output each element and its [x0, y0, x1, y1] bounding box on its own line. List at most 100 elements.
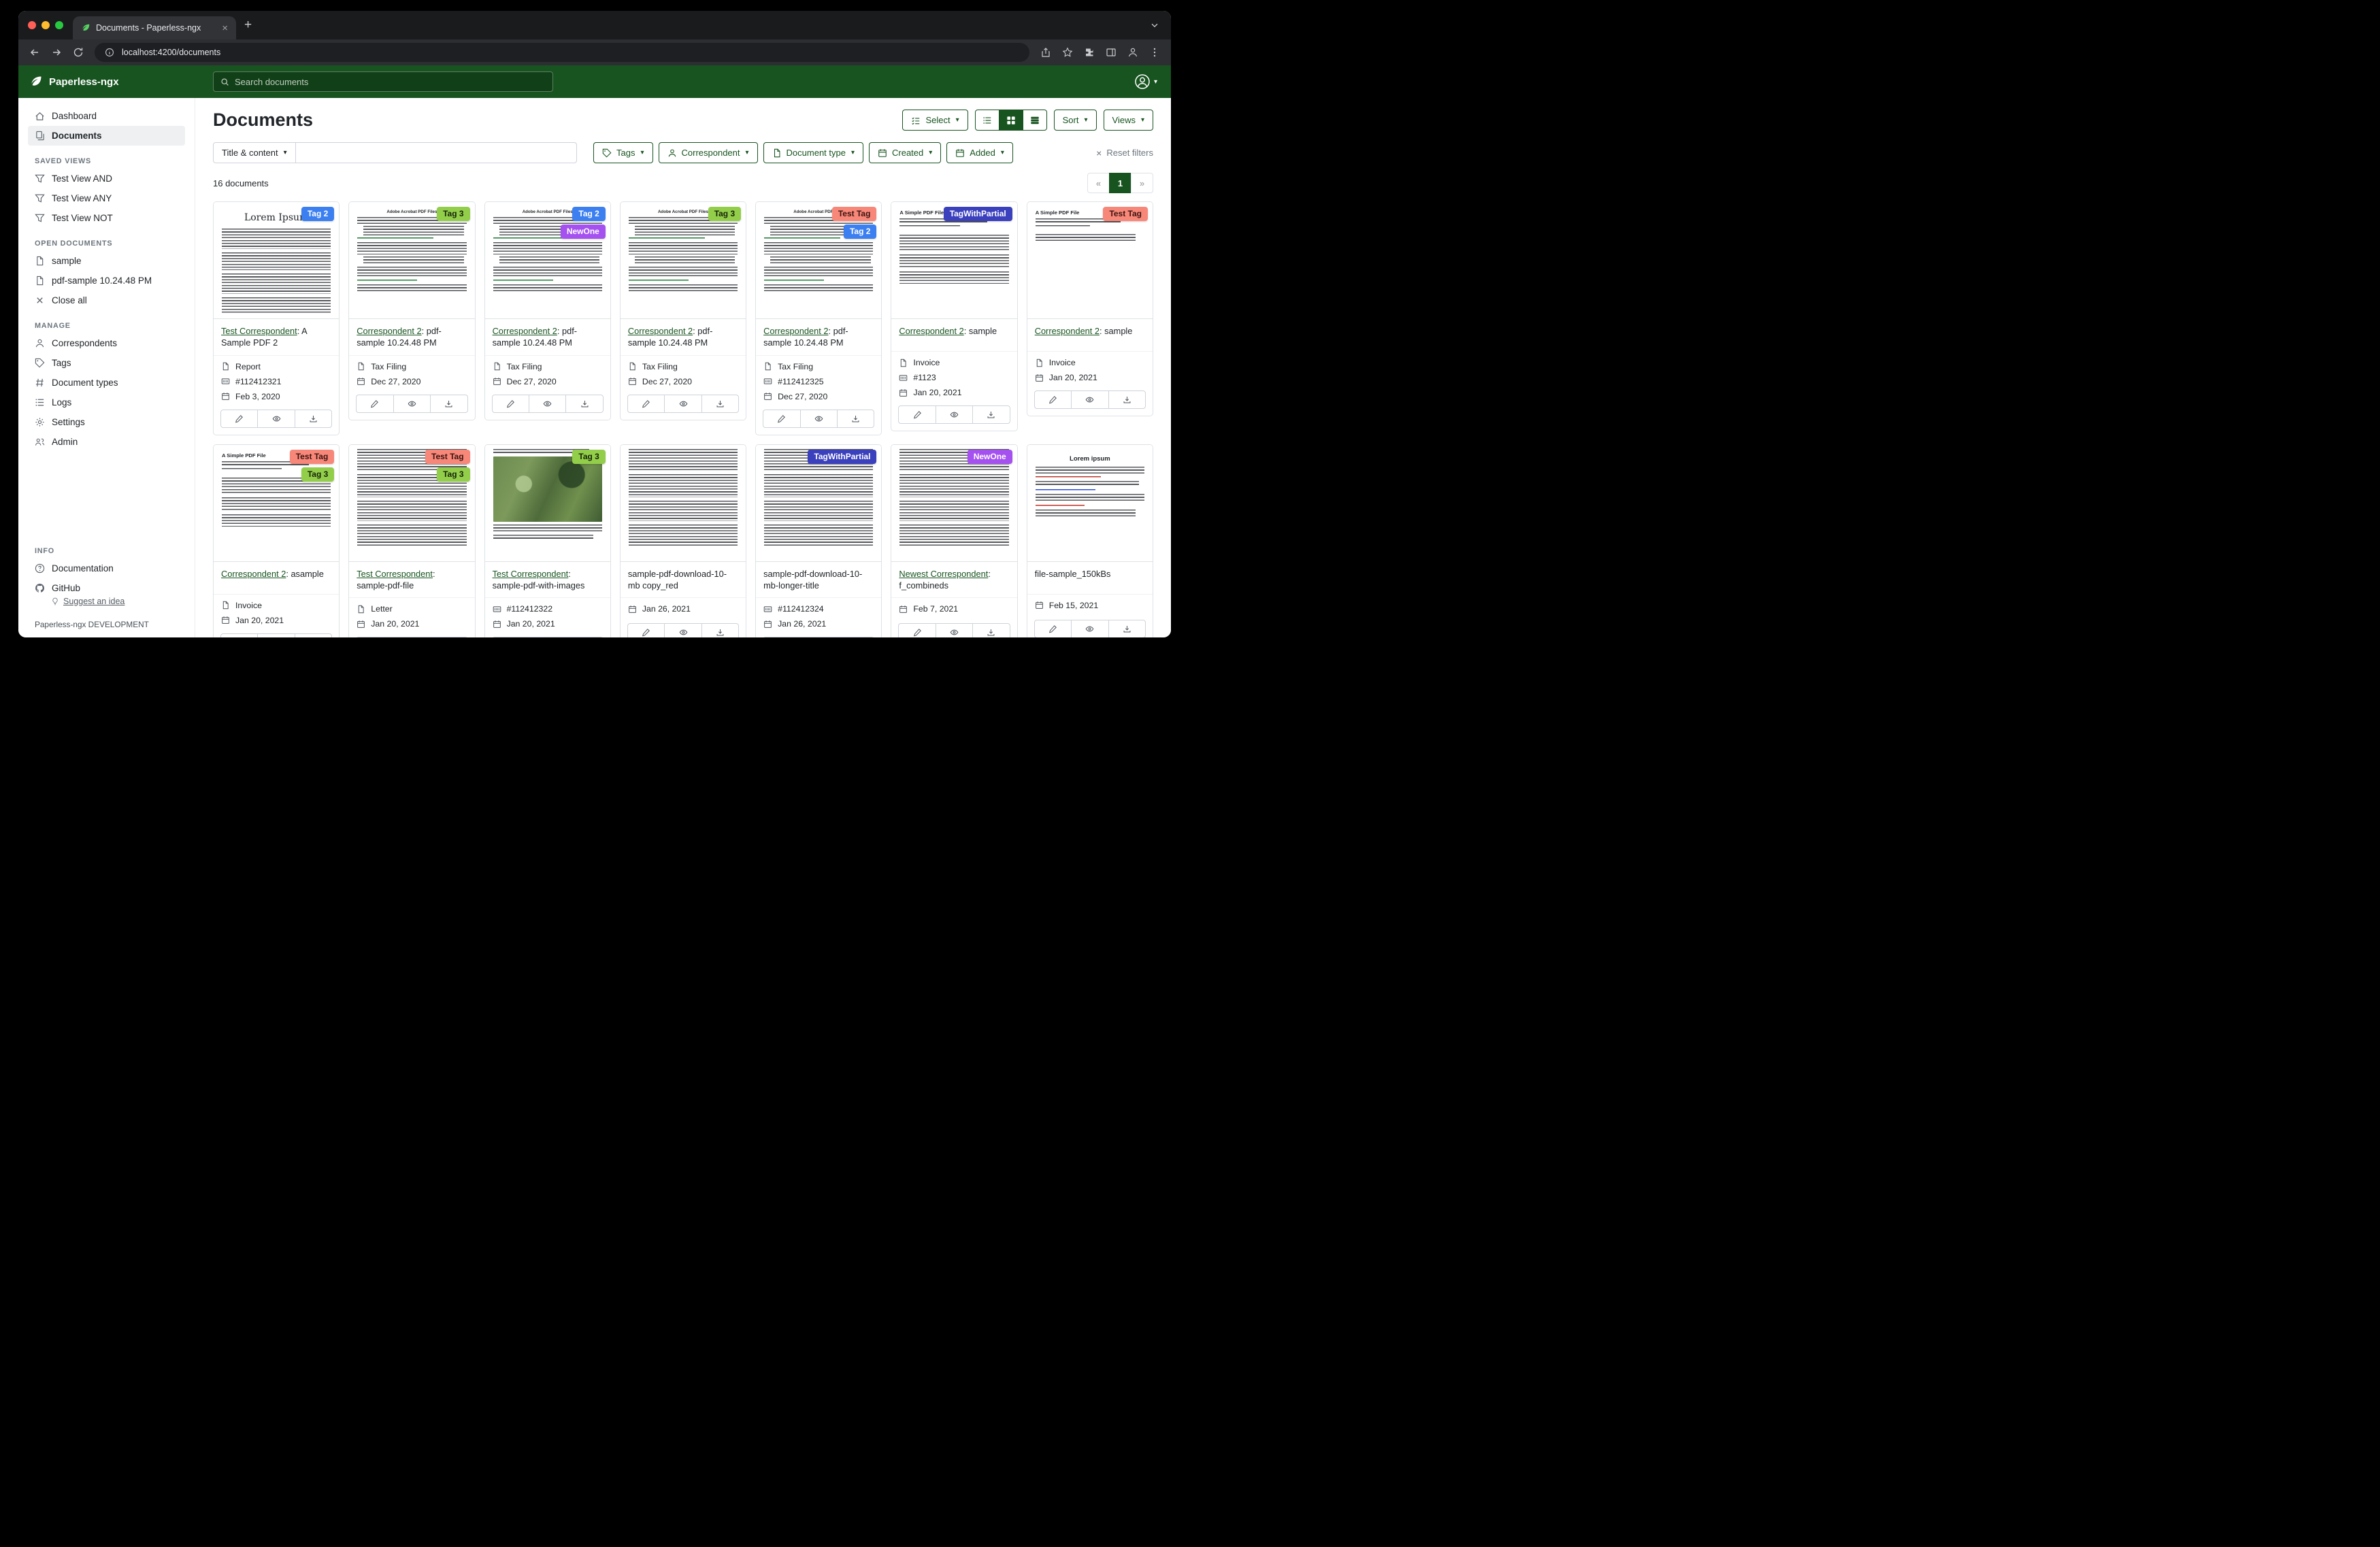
- download-document-button[interactable]: [430, 395, 467, 413]
- correspondent-link[interactable]: Test Correspondent: [357, 569, 433, 579]
- tag-badge[interactable]: Test Tag: [425, 450, 470, 464]
- document-thumbnail[interactable]: TagWithPartial: [756, 445, 881, 562]
- download-document-button[interactable]: [972, 405, 1010, 424]
- download-document-button[interactable]: [565, 395, 603, 413]
- created-filter-button[interactable]: Created ▾: [869, 142, 941, 163]
- document-thumbnail[interactable]: Lorem Ipsum Tag 2: [214, 202, 339, 319]
- edit-document-button[interactable]: [1034, 390, 1072, 409]
- download-document-button[interactable]: [295, 410, 332, 428]
- tag-badge[interactable]: Tag 2: [572, 207, 605, 221]
- view-document-button[interactable]: [393, 395, 431, 413]
- tag-badge[interactable]: Tag 2: [844, 224, 876, 239]
- browser-tab[interactable]: Documents - Paperless-ngx ×: [73, 16, 236, 39]
- view-document-button[interactable]: [664, 623, 701, 637]
- sidebar-item-documentation[interactable]: Documentation: [28, 559, 185, 578]
- document-thumbnail[interactable]: Tag 3: [485, 445, 610, 562]
- correspondent-link[interactable]: Correspondent 2: [1035, 326, 1100, 336]
- document-thumbnail[interactable]: [621, 445, 746, 562]
- side-panel-button[interactable]: [1102, 43, 1121, 62]
- zoom-window-button[interactable]: [55, 21, 63, 29]
- tag-badge[interactable]: Test Tag: [832, 207, 877, 221]
- reload-button[interactable]: [69, 43, 88, 62]
- sidebar-item-settings[interactable]: Settings: [28, 412, 185, 432]
- view-document-button[interactable]: [529, 395, 566, 413]
- edit-document-button[interactable]: [898, 405, 936, 424]
- download-document-button[interactable]: [701, 395, 739, 413]
- sort-button[interactable]: Sort ▾: [1054, 110, 1097, 131]
- list-view-button[interactable]: [975, 110, 999, 131]
- correspondent-filter-button[interactable]: Correspondent ▾: [659, 142, 758, 163]
- sidebar-item-documents[interactable]: Documents: [28, 126, 185, 146]
- sidebar-item-open-doc-pdf-sample[interactable]: pdf-sample 10.24.48 PM: [28, 271, 185, 290]
- title-content-dropdown[interactable]: Title & content ▾: [213, 142, 296, 163]
- tag-badge[interactable]: Tag 3: [708, 207, 741, 221]
- document-thumbnail[interactable]: A Simple PDF File Test Tag: [1027, 202, 1153, 319]
- correspondent-link[interactable]: Test Correspondent: [221, 326, 297, 336]
- close-window-button[interactable]: [28, 21, 36, 29]
- search-input[interactable]: [235, 77, 546, 87]
- sidebar-item-admin[interactable]: Admin: [28, 432, 185, 452]
- document-thumbnail[interactable]: NewOne: [891, 445, 1017, 562]
- document-thumbnail[interactable]: A Simple PDF File Test TagTag 3: [214, 445, 339, 562]
- document-thumbnail[interactable]: Test Tag Tag 3: [349, 445, 474, 562]
- download-document-button[interactable]: [1108, 390, 1146, 409]
- reset-filters-button[interactable]: × Reset filters: [1096, 148, 1153, 159]
- pagination-prev-button[interactable]: «: [1087, 173, 1110, 193]
- view-document-button[interactable]: [1071, 620, 1108, 637]
- app-brand[interactable]: Paperless-ngx: [29, 75, 198, 88]
- download-document-button[interactable]: [1108, 620, 1146, 637]
- view-document-button[interactable]: [936, 405, 973, 424]
- back-button[interactable]: [25, 43, 44, 62]
- tag-badge[interactable]: Tag 3: [301, 467, 334, 482]
- tag-badge[interactable]: NewOne: [968, 450, 1012, 464]
- global-search[interactable]: [213, 71, 553, 92]
- correspondent-link[interactable]: Correspondent 2: [493, 326, 557, 336]
- tag-badge[interactable]: TagWithPartial: [808, 450, 876, 464]
- suggest-idea-link[interactable]: Suggest an idea: [51, 597, 125, 606]
- grid-view-button[interactable]: [999, 110, 1023, 131]
- tag-badge[interactable]: Tag 3: [437, 207, 469, 221]
- sidebar-item-saved-view-not[interactable]: Test View NOT: [28, 208, 185, 228]
- view-document-button[interactable]: [1071, 390, 1108, 409]
- share-button[interactable]: [1036, 43, 1055, 62]
- download-document-button[interactable]: [837, 410, 874, 428]
- select-button[interactable]: Select ▾: [902, 110, 968, 131]
- view-document-button[interactable]: [800, 410, 838, 428]
- download-document-button[interactable]: [295, 633, 332, 637]
- forward-button[interactable]: [47, 43, 66, 62]
- minimize-window-button[interactable]: [42, 21, 50, 29]
- document-thumbnail[interactable]: A Simple PDF File TagWithPartial: [891, 202, 1017, 319]
- sidebar-item-saved-view-any[interactable]: Test View ANY: [28, 188, 185, 208]
- tag-badge[interactable]: NewOne: [561, 224, 606, 239]
- address-bar[interactable]: localhost:4200/documents: [95, 43, 1029, 62]
- edit-document-button[interactable]: [220, 410, 258, 428]
- tags-filter-button[interactable]: Tags ▾: [593, 142, 653, 163]
- view-document-button[interactable]: [664, 395, 701, 413]
- document-thumbnail[interactable]: Adobe Acrobat PDF Files Tag 3: [621, 202, 746, 319]
- tab-search-chevron-icon[interactable]: [1146, 17, 1163, 33]
- correspondent-link[interactable]: Newest Correspondent: [899, 569, 988, 579]
- tag-badge[interactable]: Test Tag: [290, 450, 335, 464]
- correspondent-link[interactable]: Correspondent 2: [221, 569, 286, 579]
- download-document-button[interactable]: [972, 623, 1010, 637]
- close-all-button[interactable]: Close all: [28, 290, 185, 310]
- correspondent-link[interactable]: Correspondent 2: [899, 326, 963, 336]
- edit-document-button[interactable]: [220, 633, 258, 637]
- profile-button[interactable]: [1123, 43, 1142, 62]
- added-filter-button[interactable]: Added ▾: [946, 142, 1013, 163]
- tab-close-icon[interactable]: ×: [222, 22, 228, 34]
- sidebar-item-logs[interactable]: Logs: [28, 393, 185, 412]
- sidebar-item-github[interactable]: GitHub: [28, 578, 185, 598]
- edit-document-button[interactable]: [627, 623, 665, 637]
- edit-document-button[interactable]: [898, 623, 936, 637]
- detail-view-button[interactable]: [1023, 110, 1047, 131]
- document-type-filter-button[interactable]: Document type ▾: [763, 142, 863, 163]
- edit-document-button[interactable]: [627, 395, 665, 413]
- edit-document-button[interactable]: [492, 395, 529, 413]
- edit-document-button[interactable]: [763, 410, 800, 428]
- correspondent-link[interactable]: Correspondent 2: [357, 326, 421, 336]
- document-thumbnail[interactable]: Adobe Acrobat PDF Files Test TagTag 2: [756, 202, 881, 319]
- tag-badge[interactable]: Tag 3: [437, 467, 469, 482]
- sidebar-item-dashboard[interactable]: Dashboard: [28, 106, 185, 126]
- tag-badge[interactable]: Tag 3: [572, 450, 605, 464]
